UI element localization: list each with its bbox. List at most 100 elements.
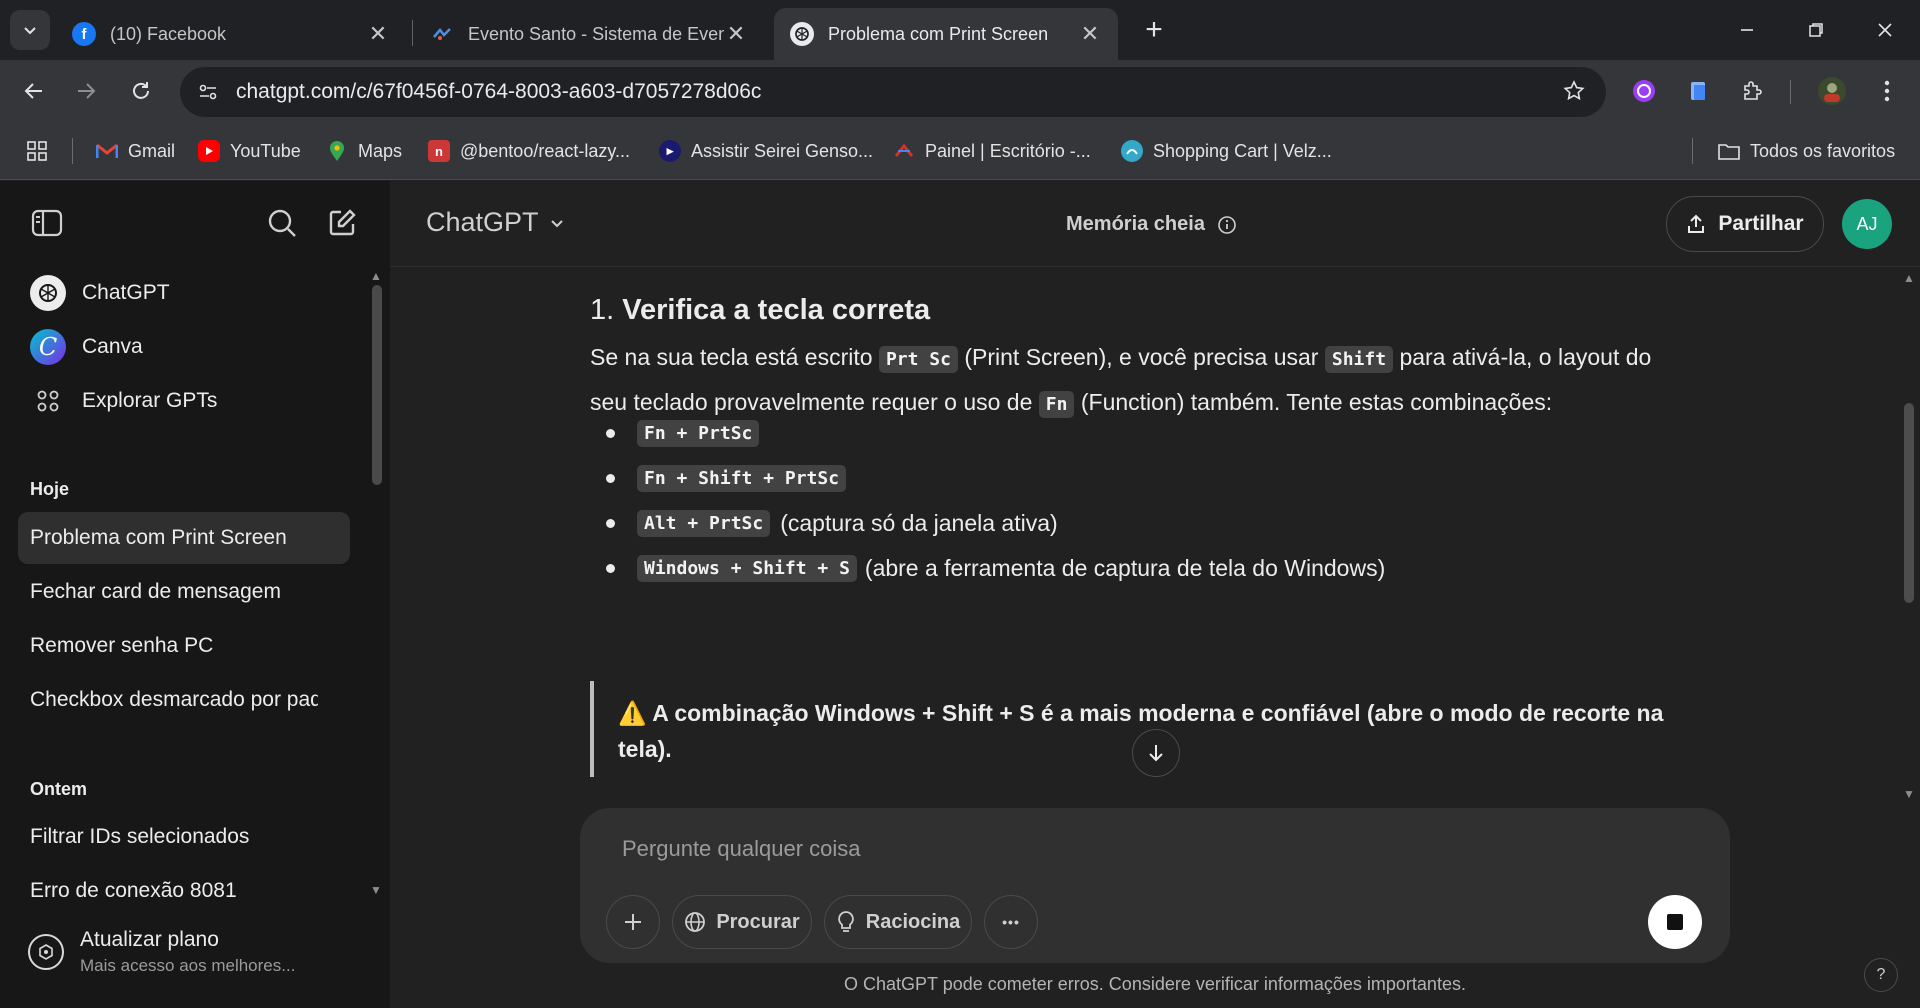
all-bookmarks-folder[interactable]: Todos os favoritos	[1718, 136, 1895, 166]
sidebar-item-canva[interactable]: C Canva	[18, 321, 350, 373]
arrow-right-icon	[78, 83, 96, 99]
profile-avatar-icon[interactable]	[1815, 74, 1849, 108]
chat-header: ChatGPT Memória cheia Partilhar AJ	[390, 181, 1920, 267]
reason-button[interactable]: Raciocina	[824, 895, 972, 949]
stop-generating-button[interactable]	[1648, 895, 1702, 949]
tab-problema-print-screen[interactable]: Problema com Print Screen ✕	[774, 8, 1118, 60]
browser-tab-bar: f (10) Facebook ✕ Evento Santo - Sistema…	[0, 0, 1920, 60]
maps-icon	[326, 140, 348, 162]
chat-item-fechar-card[interactable]: Fechar card de mensagem	[18, 566, 350, 618]
arrow-down-icon	[1149, 745, 1163, 762]
message-paragraph: Se na sua tecla está escrito Prt Sc (Pri…	[590, 336, 1690, 426]
chat-item-checkbox[interactable]: Checkbox desmarcado por pad	[18, 674, 318, 726]
bullet-icon	[606, 474, 615, 483]
forward-button[interactable]	[66, 71, 106, 111]
upgrade-title: Atualizar plano	[80, 928, 219, 951]
bookmark-shopping-cart[interactable]: Shopping Cart | Velz...	[1121, 136, 1332, 166]
toggle-sidebar-icon[interactable]	[27, 203, 67, 243]
canva-logo-icon: C	[30, 329, 66, 365]
share-button[interactable]: Partilhar	[1666, 196, 1824, 252]
scroll-to-bottom-button[interactable]	[1132, 729, 1180, 777]
list-item: Fn + Shift + PrtSc	[590, 465, 1690, 492]
toolbar-divider	[1790, 80, 1791, 104]
bookmark-youtube[interactable]: YouTube	[198, 136, 301, 166]
stop-icon	[1667, 914, 1683, 930]
url-text: chatgpt.com/c/67f0456f-0764-8003-a603-d7…	[236, 80, 762, 103]
openai-logo-icon	[30, 275, 66, 311]
sidebar-scrollbar[interactable]	[372, 285, 382, 485]
tab-facebook[interactable]: f (10) Facebook ✕	[56, 8, 406, 60]
message-composer: Pergunte qualquer coisa Procurar Racioci…	[580, 808, 1730, 963]
cart-icon	[1121, 140, 1143, 162]
chevron-down-icon	[24, 27, 36, 35]
bookmark-gmail[interactable]: Gmail	[96, 136, 175, 166]
bookmark-painel-escritorio[interactable]: Painel | Escritório -...	[893, 136, 1091, 166]
tab-evento-santo[interactable]: Evento Santo - Sistema de Even ✕	[414, 8, 764, 60]
chat-item-problema-print-screen[interactable]: Problema com Print Screen	[18, 512, 350, 564]
restore-window-icon[interactable]	[1793, 10, 1839, 50]
plus-icon	[625, 914, 641, 930]
extension-clipboard-icon[interactable]	[1681, 74, 1715, 108]
model-selector[interactable]: ChatGPT	[426, 207, 565, 238]
prompt-input[interactable]: Pergunte qualquer coisa	[622, 836, 861, 862]
chat-item-erro-conexao[interactable]: Erro de conexão 8081	[18, 865, 350, 917]
chat-scrollbar[interactable]	[1904, 403, 1914, 603]
close-tab-icon[interactable]: ✕	[1078, 21, 1102, 46]
tab-search-button[interactable]	[10, 10, 50, 50]
sidebar-scroll-down-icon[interactable]: ▼	[370, 883, 382, 897]
gmail-icon	[96, 140, 118, 162]
chat-scroll-down-icon[interactable]: ▼	[1903, 787, 1915, 801]
bookmark-star-icon[interactable]	[1562, 79, 1586, 110]
extensions-puzzle-icon[interactable]	[1736, 74, 1770, 108]
sidebar-scroll-up-icon[interactable]: ▲	[370, 269, 382, 283]
minimize-window-icon[interactable]	[1724, 10, 1770, 50]
close-tab-icon[interactable]: ✕	[724, 21, 748, 46]
browser-menu-icon[interactable]	[1870, 74, 1904, 108]
upgrade-plan-button[interactable]: Atualizar plano Mais acesso aos melhores…	[18, 916, 358, 988]
bookmark-maps[interactable]: Maps	[326, 136, 402, 166]
close-window-icon[interactable]	[1862, 10, 1908, 50]
tab-divider	[412, 20, 413, 46]
back-button[interactable]	[14, 71, 54, 111]
attach-button[interactable]	[606, 895, 660, 949]
bookmark-bentoo[interactable]: n @bentoo/react-lazy...	[428, 136, 630, 166]
sidebar-item-explorar-gpts[interactable]: Explorar GPTs	[18, 375, 350, 427]
bullet-icon	[606, 564, 615, 573]
inline-code: Fn + Shift + PrtSc	[637, 465, 847, 492]
bookmarks-divider	[72, 138, 73, 164]
chat-item-filtrar-ids[interactable]: Filtrar IDs selecionados	[18, 811, 350, 863]
site-settings-icon[interactable]	[188, 72, 228, 112]
apps-grid-icon[interactable]	[26, 136, 48, 166]
inline-code: Alt + PrtSc	[637, 510, 771, 537]
openai-logo-icon	[790, 22, 814, 46]
new-chat-icon[interactable]	[322, 203, 362, 243]
inline-code: Windows + Shift + S	[637, 555, 857, 582]
chat-scroll-up-icon[interactable]: ▲	[1903, 271, 1915, 285]
folder-icon	[1718, 140, 1740, 162]
chat-item-remover-senha[interactable]: Remover senha PC	[18, 620, 350, 672]
address-bar[interactable]: chatgpt.com/c/67f0456f-0764-8003-a603-d7…	[180, 67, 1606, 117]
bookmarks-divider	[1692, 138, 1693, 164]
youtube-icon	[198, 140, 220, 162]
reload-button[interactable]	[121, 71, 161, 111]
inline-code: Fn + PrtSc	[637, 420, 760, 447]
help-button[interactable]: ?	[1864, 958, 1898, 992]
bookmarks-bar: Gmail YouTube Maps n @bentoo/react-lazy.…	[0, 122, 1920, 180]
bullet-icon	[606, 519, 615, 528]
memory-status[interactable]: Memória cheia	[1066, 213, 1237, 236]
bookmark-seirei-gensouki[interactable]: ▸ Assistir Seirei Genso...	[659, 136, 873, 166]
warning-icon: ⚠️	[618, 700, 647, 726]
reload-icon	[133, 82, 149, 99]
painel-icon	[893, 140, 915, 162]
upgrade-text: Atualizar plano Mais acesso aos melhores…	[80, 928, 295, 976]
chevron-down-icon	[550, 219, 563, 227]
new-tab-button[interactable]: +	[1136, 12, 1172, 48]
disclaimer-text: O ChatGPT pode cometer erros. Considere …	[844, 974, 1466, 994]
search-chats-icon[interactable]	[262, 203, 302, 243]
close-tab-icon[interactable]: ✕	[366, 21, 390, 46]
user-avatar[interactable]: AJ	[1842, 199, 1892, 249]
extension-vpn-icon[interactable]	[1627, 74, 1661, 108]
more-options-button[interactable]: •••	[984, 895, 1038, 949]
sidebar-item-chatgpt[interactable]: ChatGPT	[18, 267, 350, 319]
search-web-button[interactable]: Procurar	[672, 895, 812, 949]
